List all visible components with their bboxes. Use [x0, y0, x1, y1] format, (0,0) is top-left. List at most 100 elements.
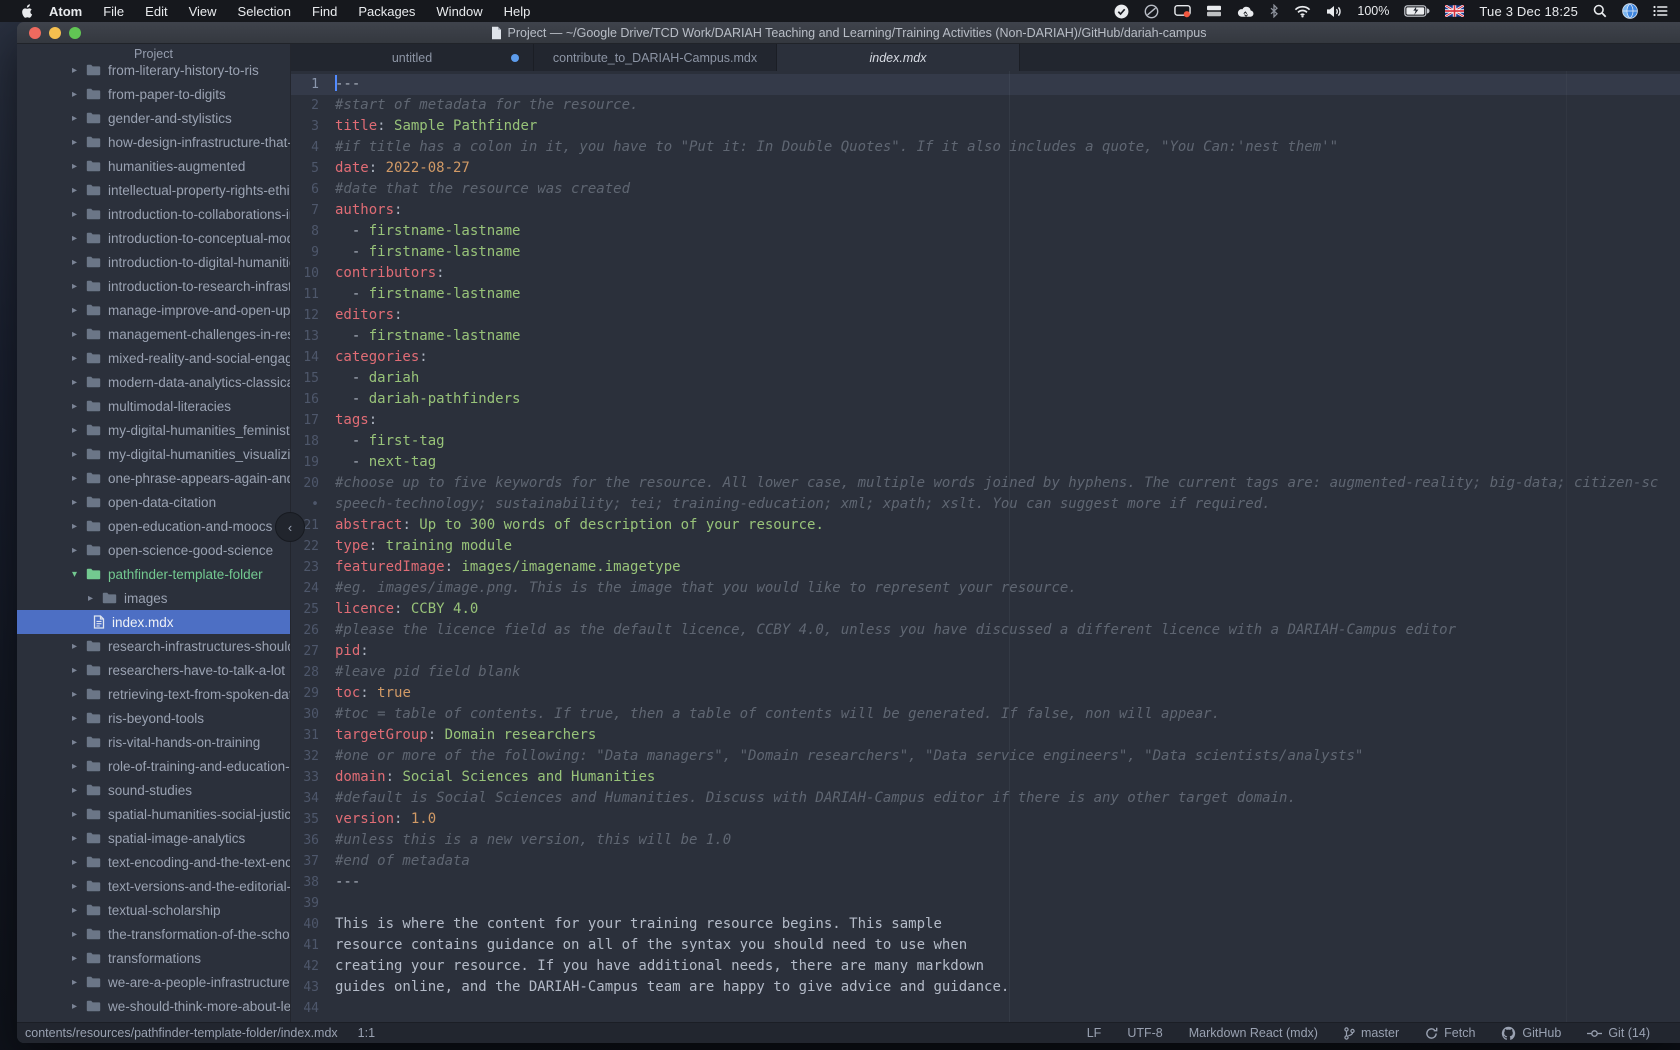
modified-indicator-dot[interactable] [511, 54, 519, 62]
input-language-flag-icon[interactable] [1445, 5, 1464, 17]
chevron-right-icon[interactable]: ▸ [72, 425, 86, 436]
line-number[interactable]: 7 [291, 200, 319, 221]
chevron-right-icon[interactable]: ▸ [72, 545, 86, 556]
menu-bar-clock[interactable]: Tue 3 Dec 18:25 [1479, 4, 1578, 19]
editor-line-41[interactable]: 41resource contains guidance on all of t… [291, 935, 1680, 956]
editor-line-21[interactable]: 21abstract: Up to 300 words of descripti… [291, 515, 1680, 536]
tree-item-one-phrase-appears-again-and-a[interactable]: ▸one-phrase-appears-again-and-a [17, 466, 290, 490]
editor-line-24[interactable]: 24#eg. images/image.png. This is the ima… [291, 578, 1680, 599]
git-changes-button[interactable]: Git (14) [1587, 1026, 1650, 1040]
editor-line-5[interactable]: 5date: 2022-08-27 [291, 158, 1680, 179]
editor-line-37[interactable]: 37#end of metadata [291, 851, 1680, 872]
wrap-bullet[interactable]: • [291, 494, 319, 515]
line-number[interactable]: 28 [291, 662, 319, 683]
editor-line-4[interactable]: 4#if title has a colon in it, you have t… [291, 137, 1680, 158]
editor-line-15[interactable]: 15 - dariah [291, 368, 1680, 389]
chevron-right-icon[interactable]: ▸ [72, 737, 86, 748]
chevron-right-icon[interactable]: ▸ [72, 137, 86, 148]
line-number[interactable]: 37 [291, 851, 319, 872]
chevron-right-icon[interactable]: ▸ [72, 833, 86, 844]
tree-item-research-infrastructures-should-i[interactable]: ▸research-infrastructures-should-i [17, 634, 290, 658]
line-number[interactable]: 12 [291, 305, 319, 326]
editor-line-16[interactable]: 16 - dariah-pathfinders [291, 389, 1680, 410]
line-number[interactable]: 14 [291, 347, 319, 368]
editor-line-23[interactable]: 23featuredImage: images/imagename.imaget… [291, 557, 1680, 578]
chevron-right-icon[interactable]: ▸ [72, 1001, 86, 1012]
chevron-right-icon[interactable]: ▸ [72, 665, 86, 676]
tree-item-index.mdx[interactable]: index.mdx [17, 610, 290, 634]
chevron-right-icon[interactable]: ▸ [72, 305, 86, 316]
editor-line-19[interactable]: 19 - next-tag [291, 452, 1680, 473]
tree-item-ris-vital-hands-on-training[interactable]: ▸ris-vital-hands-on-training [17, 730, 290, 754]
editor-line-44[interactable]: 44 [291, 998, 1680, 1019]
chevron-right-icon[interactable]: ▸ [72, 497, 86, 508]
tab-untitled[interactable]: untitled [291, 44, 534, 71]
tab-index.mdx[interactable]: index.mdx [777, 44, 1020, 71]
chevron-right-icon[interactable]: ▸ [72, 809, 86, 820]
line-number[interactable]: 24 [291, 578, 319, 599]
editor-line-33[interactable]: 33domain: Social Sciences and Humanities [291, 767, 1680, 788]
tree-item-we-should-think-more-about-learn[interactable]: ▸we-should-think-more-about-learn [17, 994, 290, 1018]
line-number[interactable]: 18 [291, 431, 319, 452]
tree-item-from-literary-history-to-ris[interactable]: ▸from-literary-history-to-ris [17, 64, 290, 82]
tree-item-manage-improve-and-open-up-yc[interactable]: ▸manage-improve-and-open-up-yc [17, 298, 290, 322]
tree-item-spatial-humanities-social-justice[interactable]: ▸spatial-humanities-social-justice [17, 802, 290, 826]
tree-item-modern-data-analytics-classical-c[interactable]: ▸modern-data-analytics-classical-c [17, 370, 290, 394]
editor-line-39[interactable]: 39 [291, 893, 1680, 914]
menu-view[interactable]: View [189, 4, 217, 19]
line-number[interactable]: 33 [291, 767, 319, 788]
tree-item-textual-scholarship[interactable]: ▸textual-scholarship [17, 898, 290, 922]
chevron-right-icon[interactable]: ▸ [72, 233, 86, 244]
project-tree[interactable]: ▸from-literary-history-to-ris▸from-paper… [17, 64, 290, 1022]
globe-icon[interactable] [1622, 3, 1638, 19]
line-number[interactable]: 9 [291, 242, 319, 263]
line-number[interactable]: 25 [291, 599, 319, 620]
battery-icon[interactable] [1404, 5, 1430, 17]
encoding-indicator[interactable]: UTF-8 [1127, 1026, 1162, 1040]
line-number[interactable]: 43 [291, 977, 319, 998]
sidebar-collapse-toggle[interactable]: ‹ [275, 512, 305, 542]
chevron-right-icon[interactable]: ▸ [72, 329, 86, 340]
editor-line-34[interactable]: 34#default is Social Sciences and Humani… [291, 788, 1680, 809]
line-number[interactable]: 8 [291, 221, 319, 242]
grammar-indicator[interactable]: Markdown React (mdx) [1189, 1026, 1318, 1040]
chevron-right-icon[interactable]: ▸ [72, 377, 86, 388]
editor-line-25[interactable]: 25licence: CCBY 4.0 [291, 599, 1680, 620]
tree-item-my-digital-humanities_feminist-re[interactable]: ▸my-digital-humanities_feminist-re [17, 418, 290, 442]
chevron-right-icon[interactable]: ▸ [72, 65, 86, 76]
tree-item-introduction-to-collaborations-in-[interactable]: ▸introduction-to-collaborations-in- [17, 202, 290, 226]
menu-find[interactable]: Find [312, 4, 337, 19]
wifi-icon[interactable] [1294, 5, 1311, 18]
chevron-right-icon[interactable]: ▸ [72, 161, 86, 172]
line-number[interactable]: 39 [291, 893, 319, 914]
tree-item-introduction-to-conceptual-model[interactable]: ▸introduction-to-conceptual-model [17, 226, 290, 250]
tree-item-open-education-and-moocs[interactable]: ▸open-education-and-moocs [17, 514, 290, 538]
line-number[interactable]: 15 [291, 368, 319, 389]
tree-item-introduction-to-digital-humanities[interactable]: ▸introduction-to-digital-humanities [17, 250, 290, 274]
tree-item-ris-beyond-tools[interactable]: ▸ris-beyond-tools [17, 706, 290, 730]
chevron-right-icon[interactable]: ▸ [72, 281, 86, 292]
menu-selection[interactable]: Selection [238, 4, 291, 19]
line-number[interactable]: 30 [291, 704, 319, 725]
scrollbar-track[interactable] [1566, 71, 1567, 1022]
editor-line-2[interactable]: 2#start of metadata for the resource. [291, 95, 1680, 116]
do-not-disturb-icon[interactable] [1144, 4, 1159, 19]
tree-item-transformations[interactable]: ▸transformations [17, 946, 290, 970]
chevron-right-icon[interactable]: ▸ [88, 593, 102, 604]
tree-item-how-design-infrastructure-that-co[interactable]: ▸how-design-infrastructure-that-co [17, 130, 290, 154]
chevron-right-icon[interactable]: ▸ [72, 977, 86, 988]
line-number[interactable]: 17 [291, 410, 319, 431]
editor-line-40[interactable]: 40This is where the content for your tra… [291, 914, 1680, 935]
chevron-right-icon[interactable]: ▸ [72, 881, 86, 892]
tree-item-introduction-to-research-infrastru[interactable]: ▸introduction-to-research-infrastru [17, 274, 290, 298]
chevron-right-icon[interactable]: ▸ [72, 521, 86, 532]
editor-line-13[interactable]: 13 - firstname-lastname [291, 326, 1680, 347]
editor-line-1[interactable]: 1--- [291, 74, 1680, 95]
line-number[interactable]: 26 [291, 620, 319, 641]
line-number[interactable]: 38 [291, 872, 319, 893]
editor-line-10[interactable]: 10contributors: [291, 263, 1680, 284]
tree-item-intellectual-property-rights-ethica[interactable]: ▸intellectual-property-rights-ethica [17, 178, 290, 202]
line-number[interactable]: 16 [291, 389, 319, 410]
menu-help[interactable]: Help [504, 4, 531, 19]
chevron-right-icon[interactable]: ▸ [72, 401, 86, 412]
